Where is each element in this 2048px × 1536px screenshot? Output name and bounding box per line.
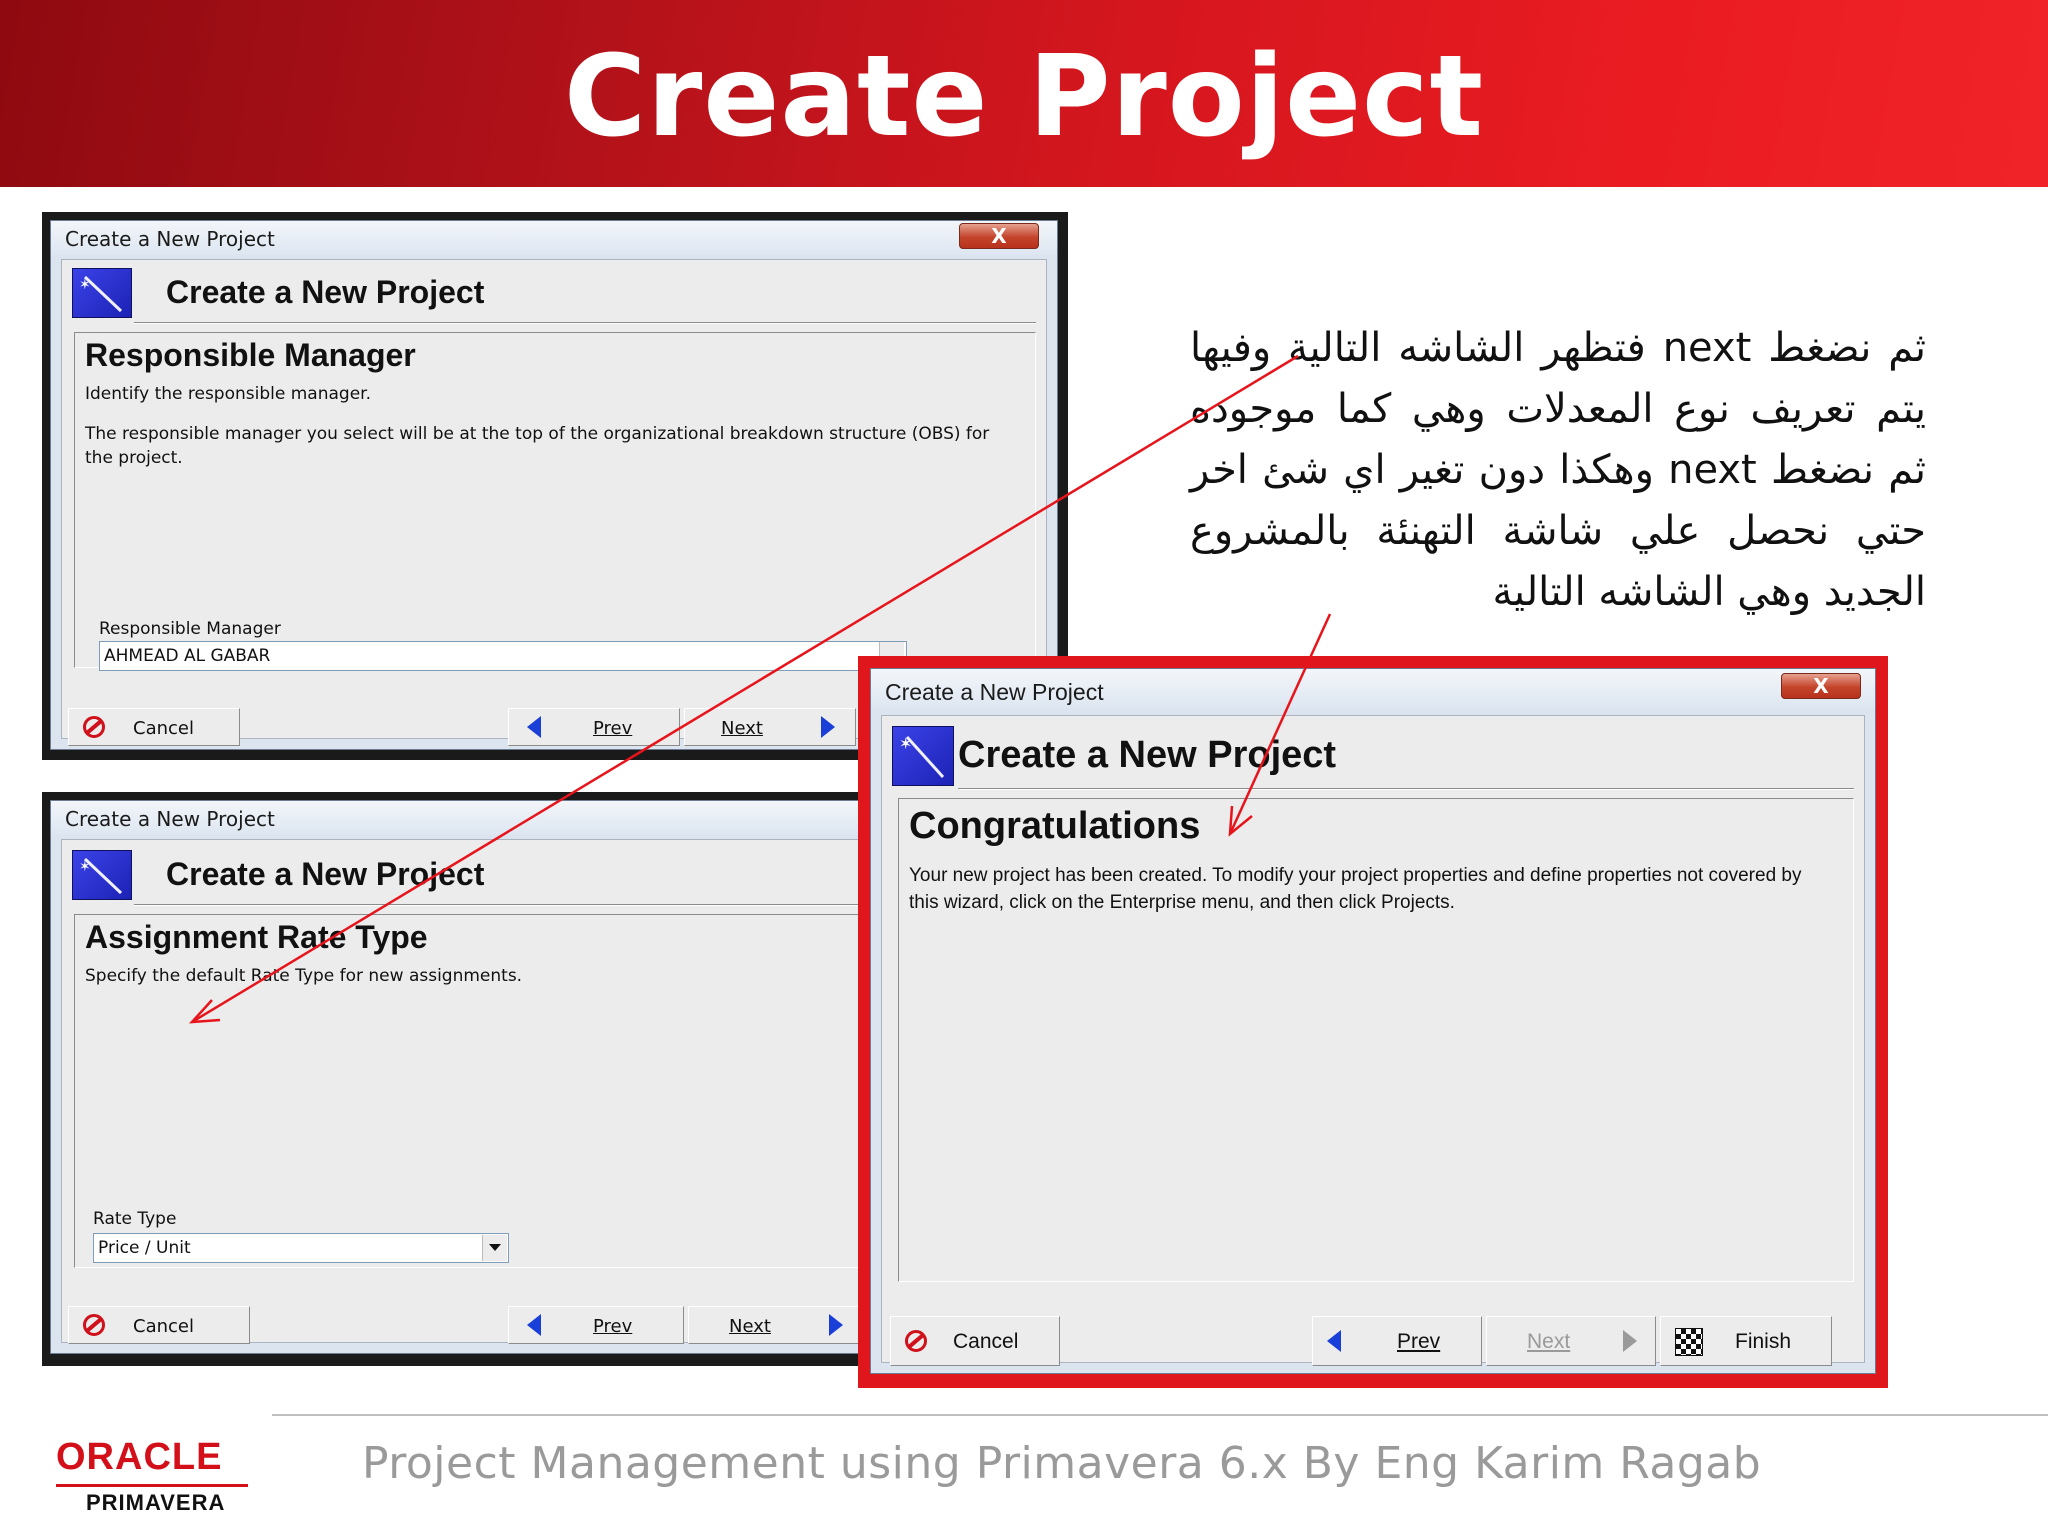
footer-divider (272, 1414, 2048, 1416)
logo-rule (56, 1484, 248, 1487)
oracle-primavera-logo: ORACLE PRIMAVERA (56, 1436, 256, 1516)
arrow-to-congratulations (1228, 613, 1332, 837)
annotation-arrows (188, 354, 1332, 1024)
course-title: Project Management using Primavera 6.x B… (362, 1438, 1762, 1489)
primavera-wordmark: PRIMAVERA (86, 1490, 226, 1515)
arrow-to-rate-type (188, 354, 1299, 1024)
oracle-wordmark: ORACLE (56, 1436, 223, 1478)
